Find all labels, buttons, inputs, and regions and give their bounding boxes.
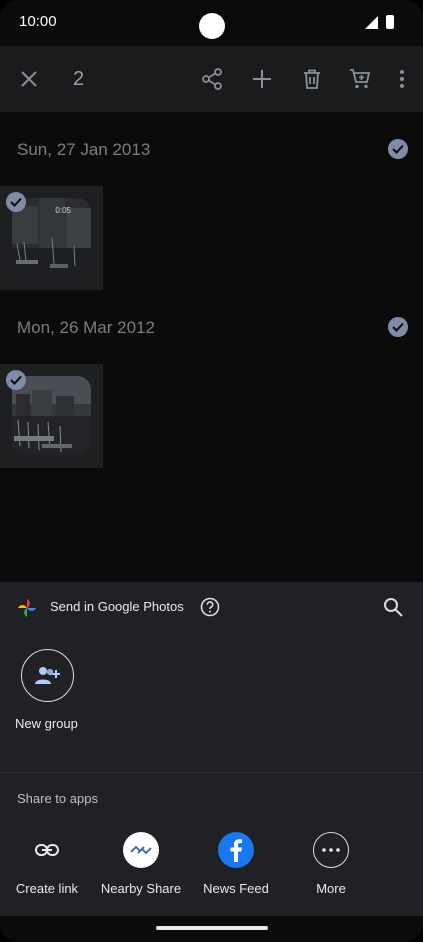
status-bar: 10:00 (0, 0, 423, 46)
video-duration: 0:05 (55, 206, 71, 215)
status-time: 10:00 (19, 13, 57, 30)
news-feed-button[interactable]: News Feed (190, 830, 282, 896)
share-icon[interactable] (198, 65, 226, 93)
search-icon[interactable] (382, 596, 404, 618)
section-check-icon[interactable] (388, 139, 408, 159)
add-icon[interactable] (248, 65, 276, 93)
app-label: More (316, 881, 346, 896)
close-icon[interactable] (15, 65, 43, 93)
google-photos-icon (17, 598, 37, 618)
selection-toolbar: 2 (0, 46, 423, 112)
selected-check-icon[interactable] (6, 192, 26, 212)
photo-thumbnail (12, 376, 91, 455)
selected-check-icon[interactable] (6, 370, 26, 390)
link-icon (29, 832, 65, 868)
selected-count: 2 (73, 68, 85, 90)
photo-item[interactable] (0, 364, 103, 468)
app-label: News Feed (203, 881, 269, 896)
help-icon[interactable] (199, 596, 221, 618)
home-gesture-handle[interactable] (156, 926, 268, 930)
date-header-1: Sun, 27 Jan 2013 (17, 140, 151, 159)
group-add-icon (34, 666, 60, 684)
nearby-share-button[interactable]: Nearby Share (95, 830, 187, 896)
date-header-2: Mon, 26 Mar 2012 (17, 318, 155, 337)
section-check-icon[interactable] (388, 317, 408, 337)
app-label: Nearby Share (100, 881, 182, 896)
camera-cutout (199, 13, 225, 39)
more-vert-icon[interactable] (388, 65, 416, 93)
video-thumbnail: 0:05 (12, 198, 91, 277)
signal-icon (365, 16, 378, 29)
divider (0, 772, 423, 773)
share-sheet: Send in Google Photos New group Share to… (0, 582, 423, 916)
share-to-apps-title: Share to apps (17, 791, 98, 806)
delete-icon[interactable] (298, 65, 326, 93)
screen: 10:00 2 Sun, 27 Jan 2013 0:05 Mon, 26 Ma… (0, 0, 423, 942)
navigation-bar (0, 916, 423, 942)
battery-icon (386, 15, 394, 29)
cart-icon[interactable] (346, 65, 374, 93)
facebook-icon (218, 832, 254, 868)
sheet-title: Send in Google Photos (50, 599, 184, 614)
photo-item[interactable]: 0:05 (0, 186, 103, 290)
create-link-button[interactable]: Create link (1, 830, 93, 896)
app-label: Create link (15, 881, 79, 896)
more-apps-button[interactable]: More (285, 830, 377, 896)
nearby-share-icon (123, 832, 159, 868)
new-group-label: New group (15, 716, 78, 731)
new-group-button[interactable] (21, 649, 74, 702)
more-horiz-icon (313, 832, 349, 868)
photo-grid: Sun, 27 Jan 2013 0:05 Mon, 26 Mar 2012 (0, 112, 423, 582)
